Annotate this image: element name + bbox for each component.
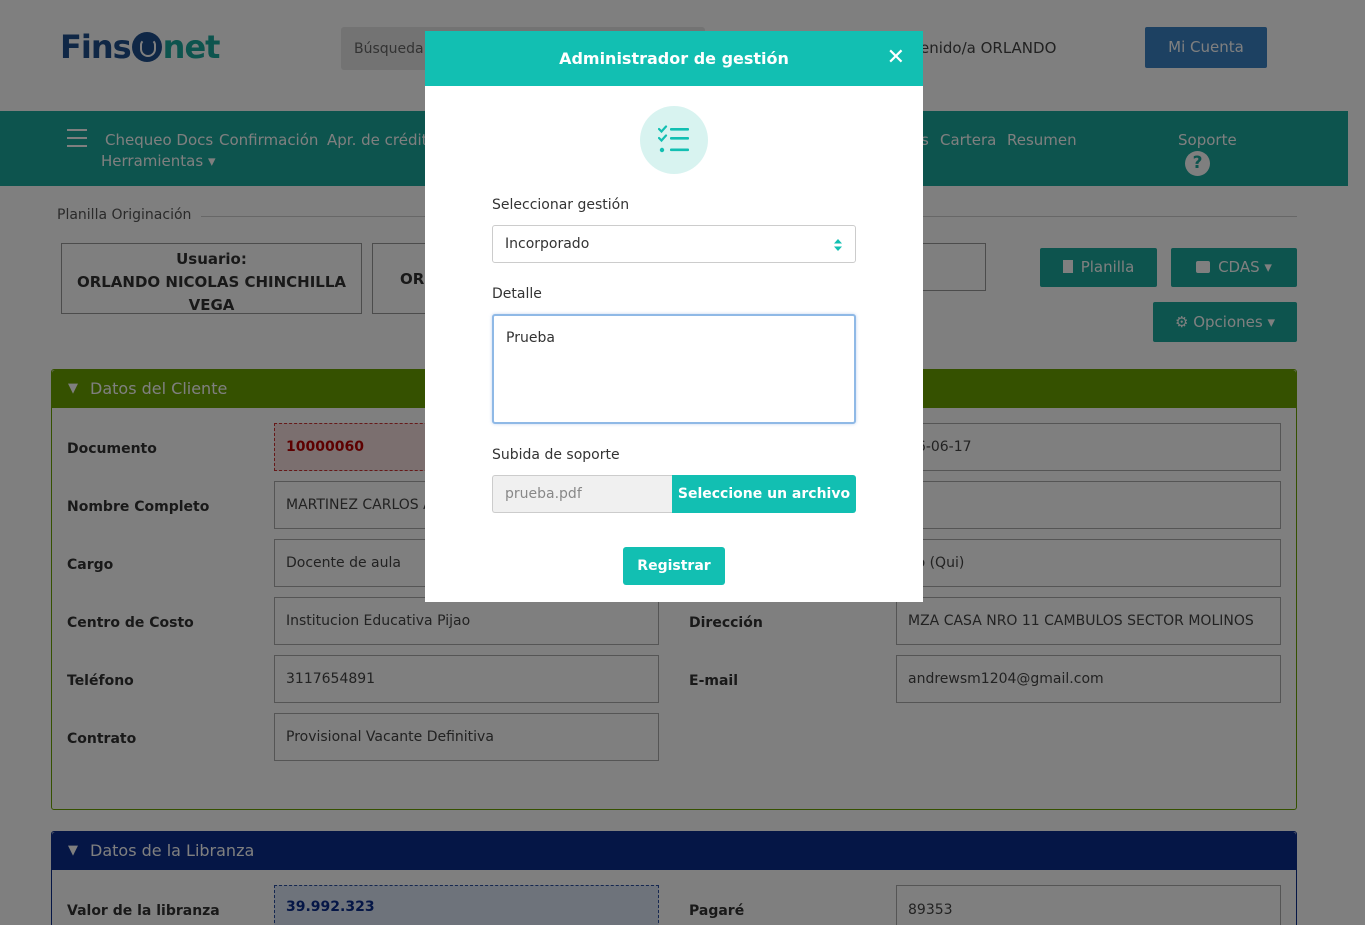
checklist-icon (640, 106, 708, 174)
detalle-label: Detalle (492, 286, 542, 302)
detalle-textarea[interactable]: Prueba (492, 314, 856, 424)
gestion-select-value: Incorporado (505, 236, 590, 252)
file-name-field[interactable]: prueba.pdf (492, 475, 672, 513)
registrar-button[interactable]: Registrar (623, 547, 725, 585)
modal-header: Administrador de gestión ✕ (425, 31, 923, 86)
sort-arrows-icon (834, 239, 842, 251)
upload-label: Subida de soporte (492, 447, 620, 463)
gestion-modal: Administrador de gestión ✕ Seleccionar g… (425, 31, 923, 602)
select-file-button[interactable]: Seleccione un archivo (672, 475, 856, 513)
close-icon[interactable]: ✕ (887, 45, 905, 70)
gestion-select[interactable]: Incorporado (492, 225, 856, 263)
select-gestion-label: Seleccionar gestión (492, 197, 630, 213)
modal-title: Administrador de gestión (559, 49, 789, 68)
